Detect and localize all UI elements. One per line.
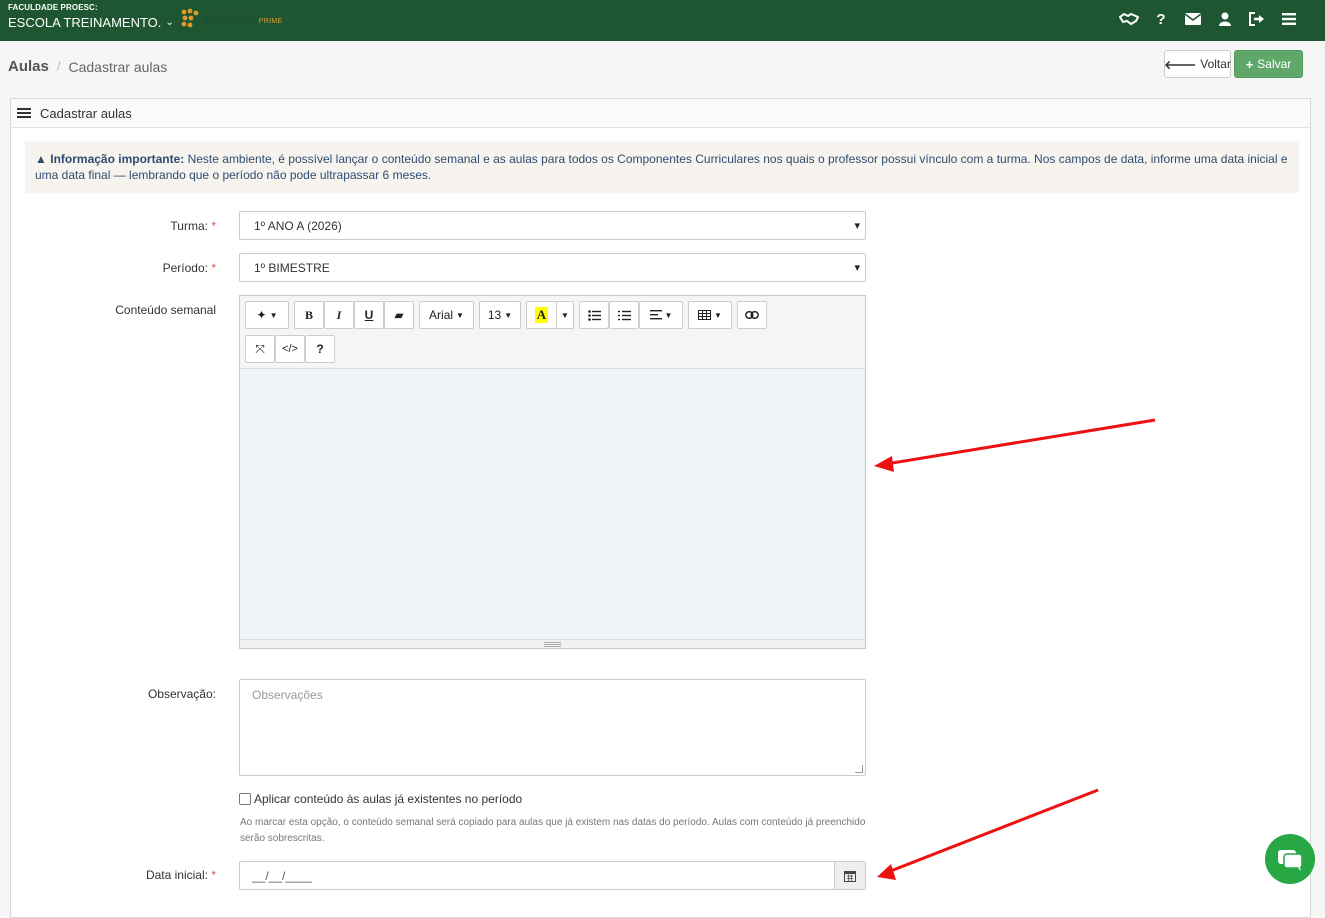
menu-icon[interactable] xyxy=(1273,9,1305,29)
help-icon[interactable]: ? xyxy=(1145,9,1177,29)
link-button[interactable] xyxy=(737,301,767,329)
proesc-logo-mark-icon xyxy=(181,8,199,28)
unordered-list-button[interactable] xyxy=(579,301,609,329)
breadcrumb-current: Cadastrar aulas xyxy=(68,58,168,75)
ordered-list-icon xyxy=(617,310,631,320)
checkbox-help-text: Ao marcar esta opção, o conteúdo semanal… xyxy=(240,817,866,844)
ordered-list-button[interactable] xyxy=(609,301,639,329)
form-panel: Cadastrar aulas ▲ Informação importante:… xyxy=(10,98,1311,918)
eraser-button[interactable]: ▰ xyxy=(384,301,414,329)
alert-text: Neste ambiente, é possível lançar o cont… xyxy=(35,152,1288,182)
panel-header: Cadastrar aulas xyxy=(11,99,1310,128)
dropdown-caret-icon: ▼ xyxy=(664,310,673,320)
align-left-icon xyxy=(649,310,662,320)
alert-strong: Informação importante: xyxy=(50,152,185,166)
required-mark: * xyxy=(211,219,216,233)
code-view-button[interactable]: </> xyxy=(275,335,305,363)
turma-label: Turma: * xyxy=(170,219,216,233)
highlight-color-button[interactable]: A xyxy=(526,301,557,329)
brand-sub: PRIME xyxy=(258,17,283,25)
conteudo-label: Conteúdo semanal xyxy=(115,303,216,317)
chat-button[interactable] xyxy=(1265,834,1315,884)
fullscreen-button[interactable]: ⤧ xyxy=(245,335,275,363)
editor-content-area[interactable] xyxy=(240,369,865,640)
editor-toolbar: ✦ ▼ B I U ▰ Arial ▼ 13 ▼ A ▼ ▼ ▼ ⤧ </> ? xyxy=(240,296,865,369)
school-kicker: FACULDADE PROESC: xyxy=(8,3,98,12)
font-size-dropdown[interactable]: 13 ▼ xyxy=(479,301,521,329)
editor-resize-handle[interactable] xyxy=(240,639,865,648)
periodo-label: Período: * xyxy=(162,261,216,275)
breadcrumb-separator: / xyxy=(56,59,61,74)
info-alert: ▲ Informação importante: Neste ambiente,… xyxy=(25,141,1299,193)
calendar-button[interactable] xyxy=(834,862,865,889)
dropdown-caret-icon: ▼ xyxy=(269,310,278,320)
data-inicial-label: Data inicial: * xyxy=(145,868,216,882)
underline-button[interactable]: U xyxy=(354,301,384,329)
apply-existing-checkbox-row[interactable]: Aplicar conteúdo às aulas já existentes … xyxy=(239,792,522,806)
chevron-down-icon: ▾ xyxy=(854,220,860,232)
required-mark: * xyxy=(211,261,216,275)
magic-wand-icon: ✦ xyxy=(256,308,267,322)
observacao-label: Observação: xyxy=(147,687,216,701)
arrow-left-icon: 🡐 xyxy=(1164,57,1197,72)
observacao-placeholder: Observações xyxy=(252,688,323,702)
table-dropdown[interactable]: ▼ xyxy=(688,301,732,329)
plus-icon: + xyxy=(1245,56,1254,72)
dropdown-caret-icon: ▼ xyxy=(456,310,464,320)
proesc-logo: proesc PRIME xyxy=(180,8,282,28)
apply-existing-checkbox[interactable] xyxy=(239,793,251,805)
highlight-icon: A xyxy=(534,307,549,323)
panel-title: Cadastrar aulas xyxy=(40,105,132,121)
apply-existing-label: Aplicar conteúdo às aulas já existentes … xyxy=(254,792,523,806)
list-icon xyxy=(17,108,31,118)
calendar-icon xyxy=(844,870,856,882)
fullscreen-icon: ⤧ xyxy=(255,341,265,356)
breadcrumb-root[interactable]: Aulas xyxy=(8,58,49,75)
font-family-value: Arial xyxy=(429,308,454,322)
data-inicial-input[interactable]: __/__/____ xyxy=(239,861,866,890)
save-button[interactable]: + Salvar xyxy=(1234,50,1303,78)
breadcrumb: Aulas / Cadastrar aulas xyxy=(8,58,167,75)
table-icon xyxy=(698,310,712,320)
turma-select[interactable]: 1º ANO A (2026) ▾ xyxy=(239,211,866,240)
user-icon[interactable] xyxy=(1209,9,1241,29)
eraser-icon: ▰ xyxy=(394,308,404,322)
required-mark: * xyxy=(211,868,216,882)
chevron-down-icon: ▾ xyxy=(854,262,860,274)
school-selector[interactable]: FACULDADE PROESC: ESCOLA TREINAMENTO. ⌄ xyxy=(8,3,174,31)
back-button[interactable]: 🡐 Voltar xyxy=(1164,50,1231,78)
data-inicial-mask: __/__/____ xyxy=(252,868,313,883)
dropdown-caret-icon: ▼ xyxy=(714,310,722,320)
turma-value: 1º ANO A (2026) xyxy=(254,218,342,233)
top-navbar: FACULDADE PROESC: ESCOLA TREINAMENTO. ⌄ … xyxy=(0,0,1325,41)
dropdown-caret-icon: ▼ xyxy=(504,310,513,320)
save-button-label: Salvar xyxy=(1257,57,1292,71)
font-family-dropdown[interactable]: Arial ▼ xyxy=(419,301,474,329)
mail-icon[interactable] xyxy=(1177,9,1209,29)
font-size-value: 13 xyxy=(487,308,502,322)
link-icon xyxy=(745,311,759,319)
periodo-value: 1º BIMESTRE xyxy=(254,260,330,275)
warning-icon: ▲ xyxy=(35,152,47,166)
brand-name: proesc xyxy=(203,8,256,27)
handshake-icon[interactable] xyxy=(1113,9,1145,29)
paragraph-align-dropdown[interactable]: ▼ xyxy=(639,301,683,329)
school-name: ESCOLA TREINAMENTO. xyxy=(8,15,162,30)
highlight-color-dropdown[interactable]: ▼ xyxy=(556,301,574,329)
bold-button[interactable]: B xyxy=(294,301,324,329)
periodo-select[interactable]: 1º BIMESTRE ▾ xyxy=(239,253,866,282)
editor-help-button[interactable]: ? xyxy=(305,335,335,363)
observacao-textarea[interactable]: Observações xyxy=(239,679,866,776)
back-button-label: Voltar xyxy=(1200,57,1231,71)
dropdown-caret-icon: ▼ xyxy=(561,310,569,320)
chat-icon xyxy=(1278,850,1303,871)
logout-icon[interactable] xyxy=(1241,9,1273,29)
unordered-list-icon xyxy=(587,309,601,321)
style-dropdown-button[interactable]: ✦ ▼ xyxy=(245,301,289,329)
italic-button[interactable]: I xyxy=(324,301,354,329)
rich-text-editor: ✦ ▼ B I U ▰ Arial ▼ 13 ▼ A ▼ ▼ ▼ ⤧ </> ? xyxy=(239,295,866,649)
resize-grip-icon[interactable] xyxy=(855,765,863,773)
chevron-down-icon: ⌄ xyxy=(165,17,174,28)
